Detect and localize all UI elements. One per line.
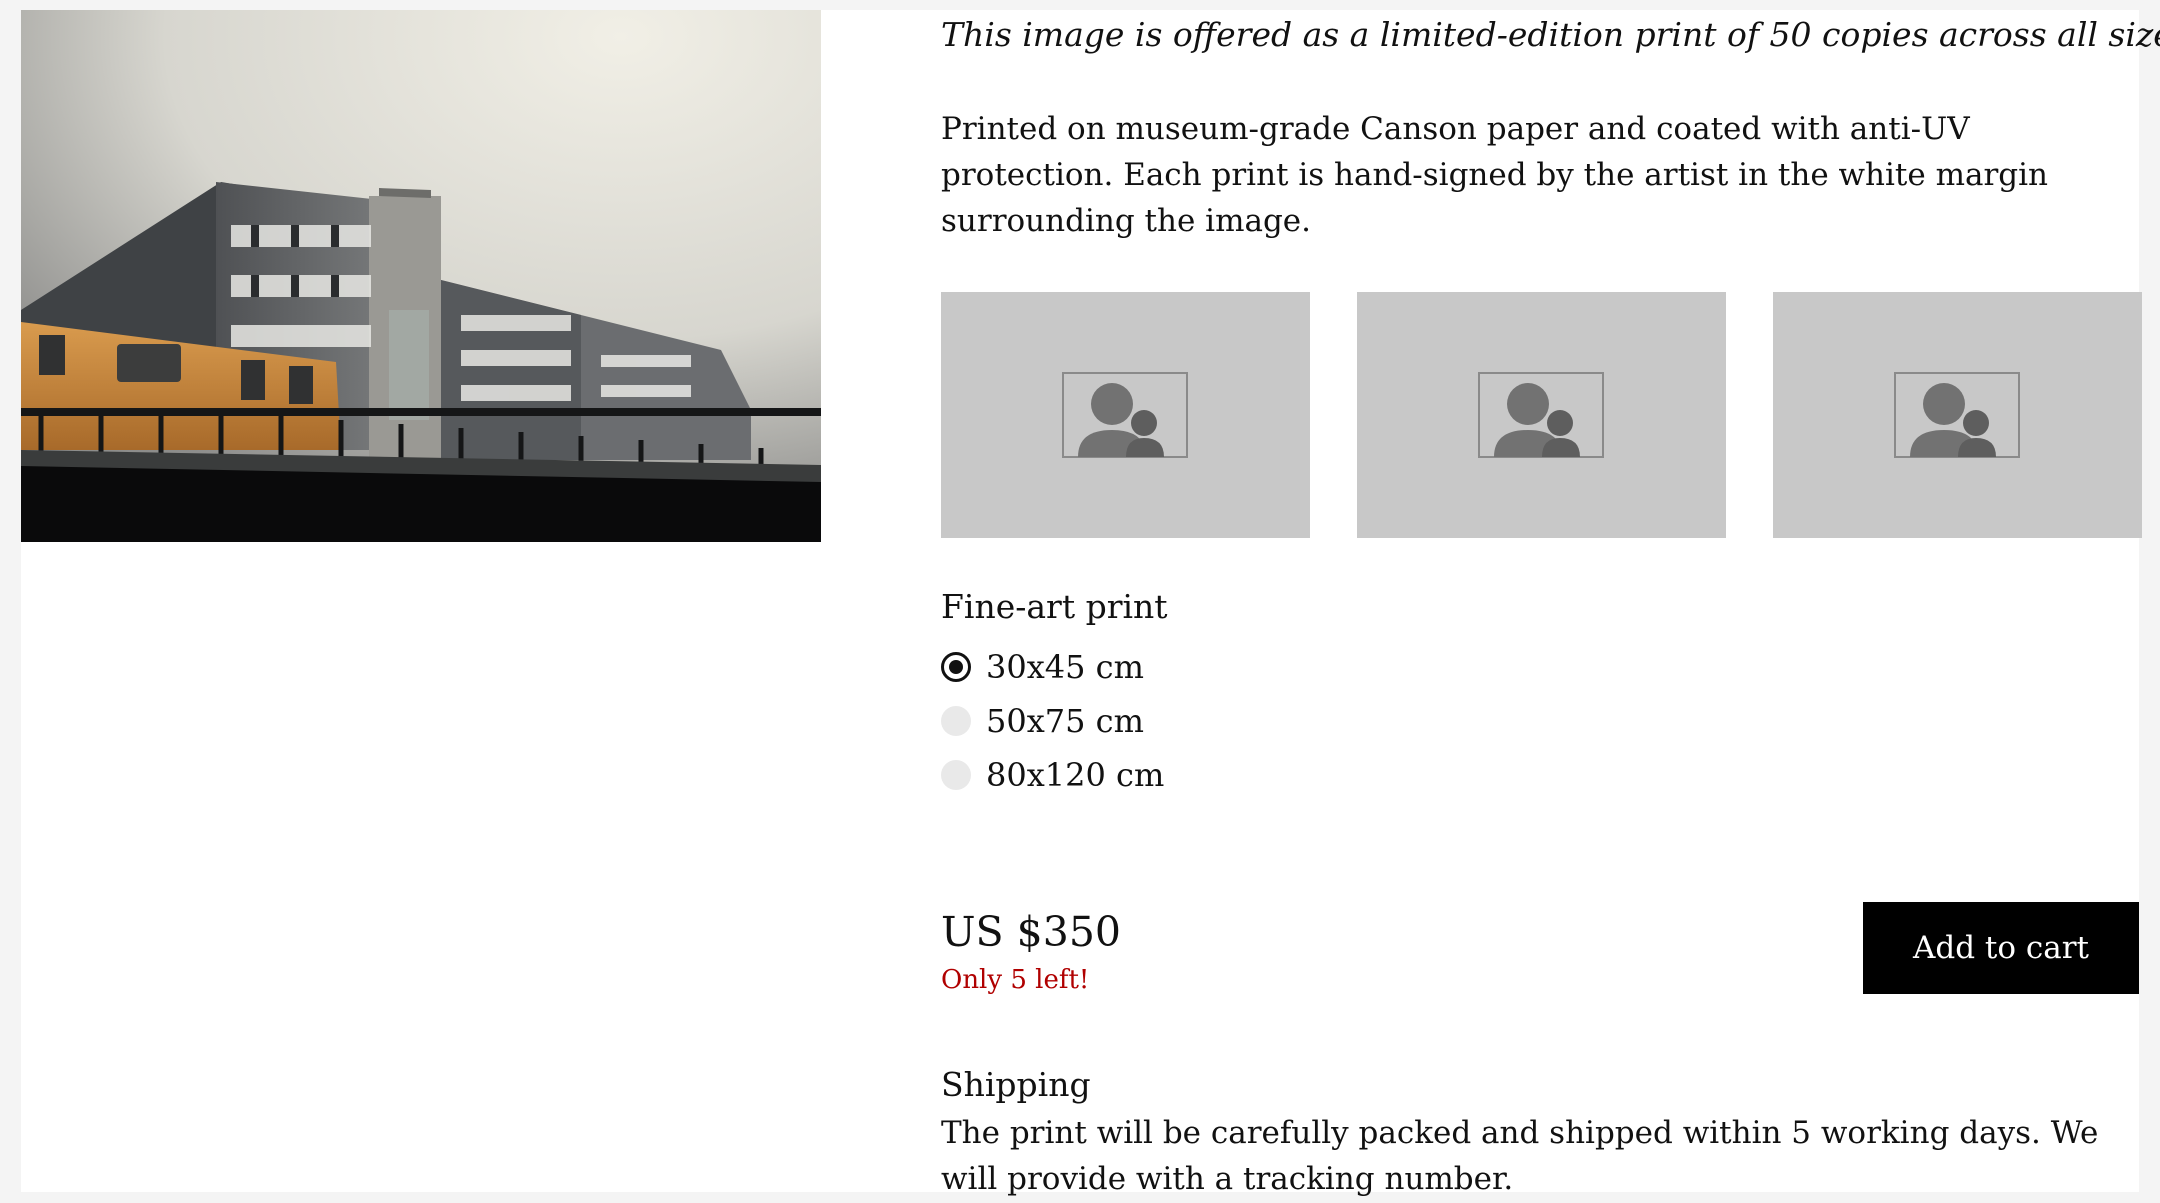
thumbnail-strip: [941, 292, 2142, 538]
add-to-cart-button[interactable]: Add to cart: [1863, 902, 2139, 994]
size-option-label: 50x75 cm: [986, 702, 1144, 740]
product-page: This image is offered as a limited-editi…: [21, 10, 2160, 1197]
print-description: Printed on museum-grade Canson paper and…: [941, 111, 2049, 239]
size-option-label: 30x45 cm: [986, 648, 1144, 686]
image-placeholder-icon: [1894, 372, 2020, 458]
radio-button[interactable]: [941, 760, 971, 790]
shipping-title: Shipping: [941, 1065, 1091, 1104]
size-option-50x75[interactable]: 50x75 cm: [941, 694, 1164, 748]
shipping-text: The print will be carefully packed and s…: [941, 1115, 2099, 1197]
size-option-label: 80x120 cm: [986, 756, 1165, 794]
radio-button[interactable]: [941, 652, 971, 682]
product-photo[interactable]: [21, 10, 821, 542]
image-placeholder-icon: [1062, 372, 1188, 458]
radio-button[interactable]: [941, 706, 971, 736]
stock-warning: Only 5 left!: [941, 965, 1090, 995]
size-option-30x45[interactable]: 30x45 cm: [941, 640, 1164, 694]
print-size-options: 30x45 cm 50x75 cm 80x120 cm: [941, 640, 1164, 802]
print-size-title: Fine-art print: [941, 587, 1168, 626]
thumbnail-2[interactable]: [1357, 292, 1726, 538]
thumbnail-3[interactable]: [1773, 292, 2142, 538]
edition-note: This image is offered as a limited-editi…: [941, 15, 2160, 54]
thumbnail-1[interactable]: [941, 292, 1310, 538]
size-option-80x120[interactable]: 80x120 cm: [941, 748, 1164, 802]
price: US $350: [941, 908, 1122, 956]
image-placeholder-icon: [1478, 372, 1604, 458]
